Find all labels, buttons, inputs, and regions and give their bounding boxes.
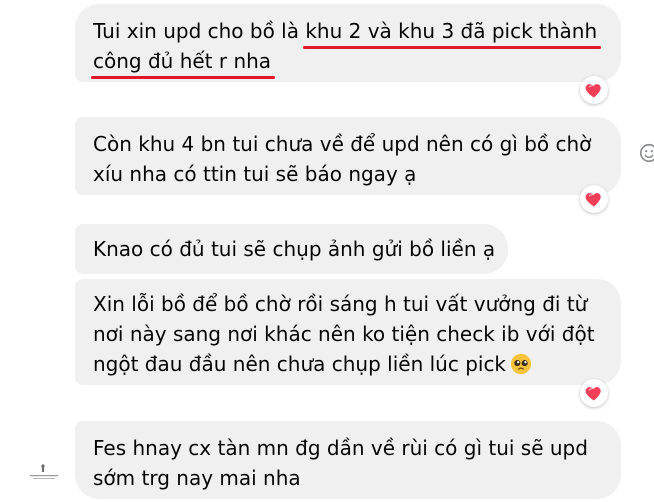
message-bubble-4[interactable]: Xin lỗi bồ để bồ chờ rồi sáng h tui vất … (75, 279, 621, 385)
watermark-logo (30, 464, 58, 479)
message-bubble-2[interactable]: Còn khu 4 bn tui chưa về để upd nên có g… (75, 117, 621, 195)
message-line: ngột đau đầu nên chưa chụp liền lúc pick (93, 349, 603, 379)
heart-icon (585, 84, 601, 98)
message-bubble-3[interactable]: Knao có đủ tui sẽ chụp ảnh gửi bồ liền ạ (75, 224, 508, 274)
message-line: Còn khu 4 bn tui chưa về để upd nên có g… (93, 132, 592, 156)
heart-reaction[interactable] (580, 76, 608, 104)
pleading-face-emoji (510, 353, 532, 375)
underlined-text: công đủ hết r nha (90, 46, 276, 79)
message-line: nơi này sang nơi khác nên ko tiện check … (93, 322, 595, 346)
message-bubble-5[interactable]: Fes hnay cx tàn mn đg dần về rùi có gì t… (75, 421, 621, 499)
message-line: Xin lỗi bồ để bồ chờ rồi sáng h tui vất … (93, 292, 588, 316)
message-line: công đủ hết r nha (90, 46, 603, 79)
heart-icon (585, 387, 601, 401)
underlined-text: khu 2 và khu 3 đã pick thành (303, 16, 601, 49)
smiley-icon[interactable] (638, 142, 654, 164)
heart-icon (585, 193, 601, 207)
heart-reaction[interactable] (580, 379, 608, 407)
message-bubble-1[interactable]: Tui xin upd cho bồ là khu 2 và khu 3 đã … (75, 4, 621, 82)
message-line: sớm trg nay mai nha (93, 466, 301, 490)
heart-reaction[interactable] (580, 185, 608, 213)
message-text: Tui xin upd cho bồ là (93, 19, 306, 43)
message-line: Knao có đủ tui sẽ chụp ảnh gửi bồ liền ạ (93, 237, 496, 261)
message-line: xíu nha có ttin tui sẽ báo ngay ạ (93, 162, 417, 186)
message-text: ngột đau đầu nên chưa chụp liền lúc pick (93, 352, 507, 376)
message-line: Tui xin upd cho bồ là khu 2 và khu 3 đã … (93, 16, 603, 49)
chat-canvas: Tui xin upd cho bồ là khu 2 và khu 3 đã … (0, 0, 654, 502)
message-line: Fes hnay cx tàn mn đg dần về rùi có gì t… (93, 436, 588, 460)
